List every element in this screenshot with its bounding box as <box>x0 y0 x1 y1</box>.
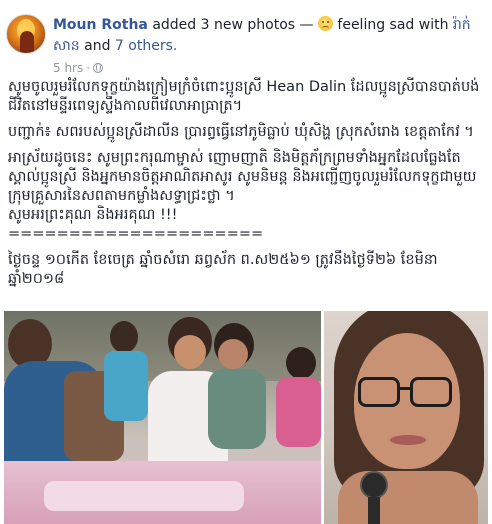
paragraph-note: បញ្ជាក់៖ សពរបស់ប្អូនស្រីដាលីន ប្រារព្ធធ្… <box>8 124 474 140</box>
paragraph-thanks: សូមអរព្រះគុណ និងអរគុណ !!! <box>8 207 178 223</box>
photo-mourners[interactable] <box>4 311 321 524</box>
paragraph-date: ថ្ងៃចន្ទ ១០កើត ខែចេត្រ ឆ្នាំចសំរោ ឆព្វស័… <box>8 252 438 287</box>
photo-grid <box>4 311 488 524</box>
sad-emoji-icon <box>317 16 333 31</box>
globe-icon[interactable] <box>93 63 104 73</box>
author-name[interactable]: Moun Rotha <box>53 17 148 33</box>
post-action: added 3 new photos — <box>152 17 314 33</box>
others-connector: and <box>84 38 111 54</box>
avatar[interactable] <box>6 14 46 54</box>
others-link[interactable]: 7 others. <box>115 38 177 54</box>
post-time[interactable]: 5 hrs <box>53 61 83 75</box>
post-body: សូមចូលរួមរំលែកទុក្ខយ៉ាងក្រៀមក្រំចំពោះប្អ… <box>8 78 484 289</box>
meta-separator: · <box>86 61 91 75</box>
separator-line: ===================== <box>8 226 264 242</box>
feeling-text: feeling sad with <box>337 17 449 33</box>
paragraph-invitation: អាស្រ័យដូចនេះ សូមព្រះករុណាម្ចាស់ ញោមញាតិ… <box>8 150 477 204</box>
post-meta: 5 hrs · <box>53 60 104 76</box>
avatar-figure <box>20 31 34 53</box>
photo-portrait[interactable] <box>324 311 488 524</box>
paragraph-condolence: សូមចូលរួមរំលែកទុក្ខយ៉ាងក្រៀមក្រំចំពោះប្អ… <box>8 79 480 114</box>
post-header: Moun Rotha added 3 new photos — feeling … <box>0 0 492 82</box>
post-headline: Moun Rotha added 3 new photos — feeling … <box>53 15 483 57</box>
